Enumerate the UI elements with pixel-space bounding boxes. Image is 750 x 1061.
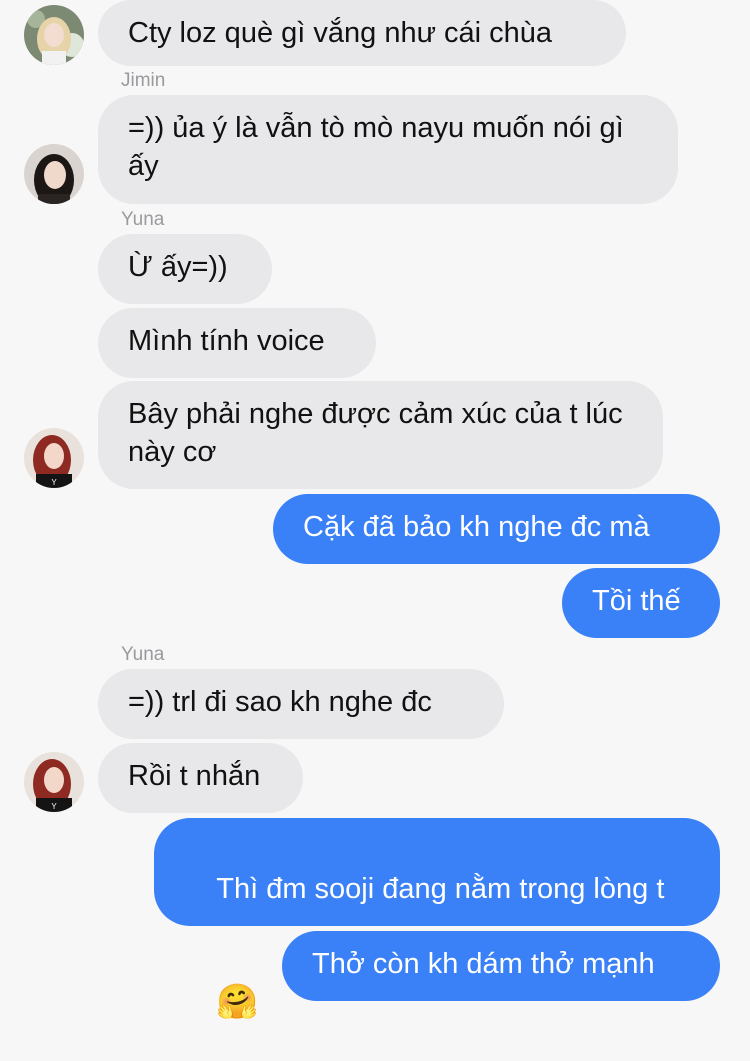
chat-thread: Cty loz què gì vắng như cái chùa Jimin =…: [0, 0, 750, 1020]
avatar-dark-hair-girl[interactable]: [24, 144, 84, 204]
svg-text:Y: Y: [51, 802, 57, 811]
message-bubble-outgoing[interactable]: Thì đm sooji đang nằm trong lòng t 🤗: [154, 818, 720, 1020]
message-bubble-outgoing[interactable]: Cặk đã bảo kh nghe đc mà: [273, 494, 720, 564]
message-bubble-incoming[interactable]: Cty loz què gì vắng như cái chùa: [98, 0, 626, 66]
message-bubble-incoming[interactable]: Bây phải nghe được cảm xúc của t lúc này…: [98, 381, 663, 489]
message-bubble-incoming[interactable]: Mình tính voice: [98, 308, 376, 378]
message-bubble-outgoing[interactable]: Tồi thế: [562, 568, 720, 638]
avatar-blonde-girl[interactable]: [24, 5, 84, 65]
message-bubble-outgoing[interactable]: Thở còn kh dám thở mạnh: [282, 931, 720, 1001]
hugging-face-emoji-icon: 🤗: [216, 983, 259, 1021]
svg-text:Y: Y: [51, 478, 57, 487]
message-bubble-incoming[interactable]: =)) ủa ý là vẫn tò mò nayu muốn nói gì ấ…: [98, 95, 678, 204]
sender-name: Jimin: [121, 70, 166, 91]
avatar-red-hair-girl[interactable]: Y: [24, 428, 84, 488]
message-bubble-incoming[interactable]: Rồi t nhắn: [98, 743, 303, 813]
sender-name: Yuna: [121, 644, 165, 665]
message-bubble-incoming[interactable]: Ừ ấy=)): [98, 234, 272, 304]
message-bubble-incoming[interactable]: =)) trl đi sao kh nghe đc: [98, 669, 504, 739]
message-text: Thì đm sooji đang nằm trong lòng t: [216, 873, 665, 905]
avatar-red-hair-girl[interactable]: Y: [24, 752, 84, 812]
sender-name: Yuna: [121, 209, 165, 230]
